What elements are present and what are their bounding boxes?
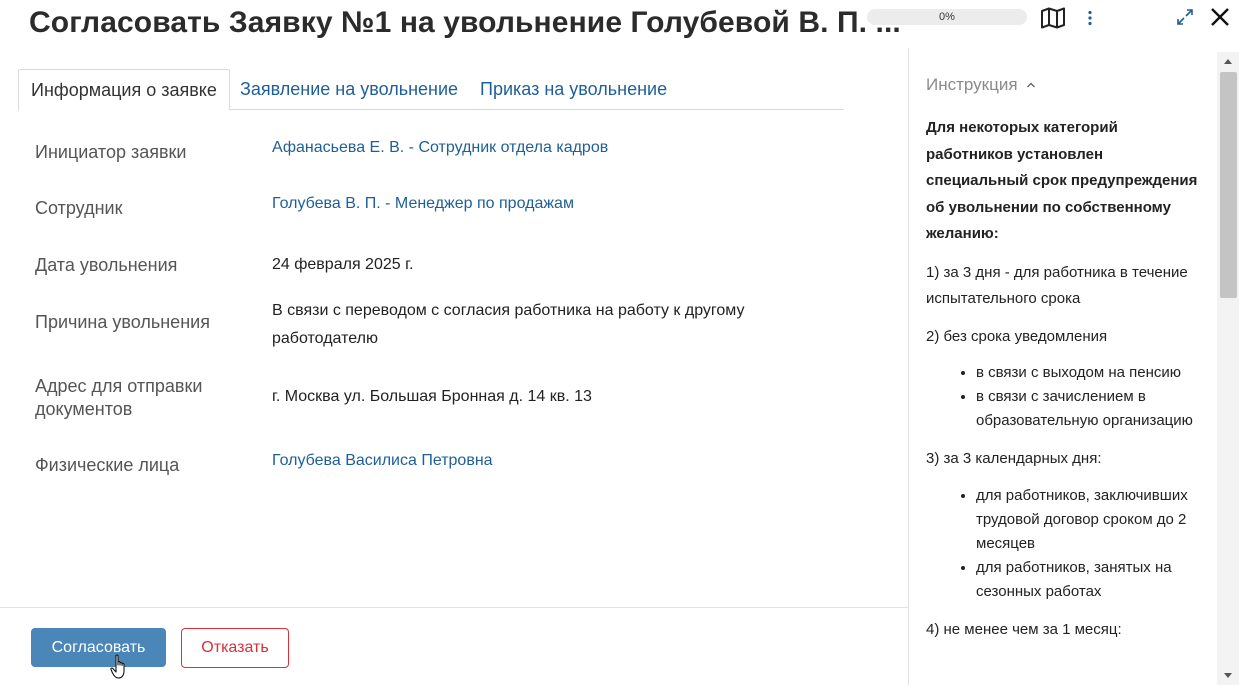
instruction-item: 1) за 3 дня - для работника в течение ис…: [926, 263, 1188, 308]
field-value-dismissal-date: 24 февраля 2025 г.: [272, 256, 414, 273]
footer-divider: [0, 607, 908, 608]
approval-window: Согласовать Заявку №1 на увольнение Голу…: [0, 0, 1239, 685]
map-icon[interactable]: [1040, 6, 1066, 30]
scrollbar-thumb[interactable]: [1220, 72, 1237, 298]
field-value-individuals[interactable]: Голубева Василиса Петровна: [272, 447, 812, 475]
reject-button[interactable]: Отказать: [181, 628, 289, 668]
tab-request-info[interactable]: Информация о заявке: [18, 69, 230, 111]
hand-cursor-icon: [110, 654, 125, 679]
field-label-address: Адрес для отправки документов: [35, 376, 203, 419]
instruction-list: в связи с выходом на пенсию в связи с за…: [926, 361, 1208, 433]
instruction-intro: Для некоторых категорий работников устан…: [926, 119, 1198, 242]
instruction-toggle[interactable]: Инструкция: [926, 75, 1036, 95]
scroll-down-arrow-icon[interactable]: [1222, 671, 1234, 681]
instruction-panel: Для некоторых категорий работников устан…: [926, 115, 1208, 654]
expand-icon[interactable]: [1174, 6, 1196, 28]
field-label-dismissal-reason: Причина увольнения: [35, 312, 210, 332]
field-value-dismissal-reason: В связи с переводом с согласия работника…: [272, 302, 745, 347]
field-value-initiator[interactable]: Афанасьева Е. В. - Сотрудник отдела кадр…: [272, 134, 812, 162]
list-item: в связи с зачислением в образовательную …: [976, 385, 1208, 433]
field-label-dismissal-date: Дата увольнения: [35, 255, 178, 275]
field-label-initiator: Инициатор заявки: [35, 142, 187, 162]
tab-resignation-letter[interactable]: Заявление на увольнение: [228, 69, 470, 109]
approve-button[interactable]: Согласовать: [31, 628, 166, 667]
chevron-up-icon: [1026, 82, 1035, 88]
instruction-list: для работников, заключивших трудовой дог…: [926, 484, 1208, 604]
field-value-address: г. Москва ул. Большая Бронная д. 14 кв. …: [272, 388, 592, 405]
instruction-item: 2) без срока уведомления: [926, 327, 1108, 345]
page-title: Согласовать Заявку №1 на увольнение Голу…: [29, 6, 901, 39]
instruction-header: Инструкция: [926, 75, 1018, 94]
field-value-employee[interactable]: Голубева В. П. - Менеджер по продажам: [272, 190, 812, 218]
progress-label: 0%: [939, 11, 955, 23]
instruction-item: 4) не менее чем за 1 месяц:: [926, 620, 1122, 638]
close-icon[interactable]: [1207, 4, 1233, 30]
more-vertical-icon[interactable]: [1082, 6, 1098, 30]
tab-dismissal-order[interactable]: Приказ на увольнение: [468, 69, 679, 109]
instruction-item: 3) за 3 календарных дня:: [926, 450, 1102, 467]
list-item: в связи с выходом на пенсию: [976, 361, 1208, 385]
progress-bar: 0%: [867, 9, 1027, 25]
list-item: для работников, заключивших трудовой дог…: [976, 484, 1208, 556]
field-label-individuals: Физические лица: [35, 455, 180, 475]
tab-bar: Информация о заявке Заявление на увольне…: [18, 69, 844, 111]
scroll-up-arrow-icon[interactable]: [1222, 56, 1234, 66]
list-item: для работников, занятых на сезонных рабо…: [976, 556, 1208, 604]
panel-divider: [908, 48, 909, 685]
field-label-employee: Сотрудник: [35, 198, 123, 218]
